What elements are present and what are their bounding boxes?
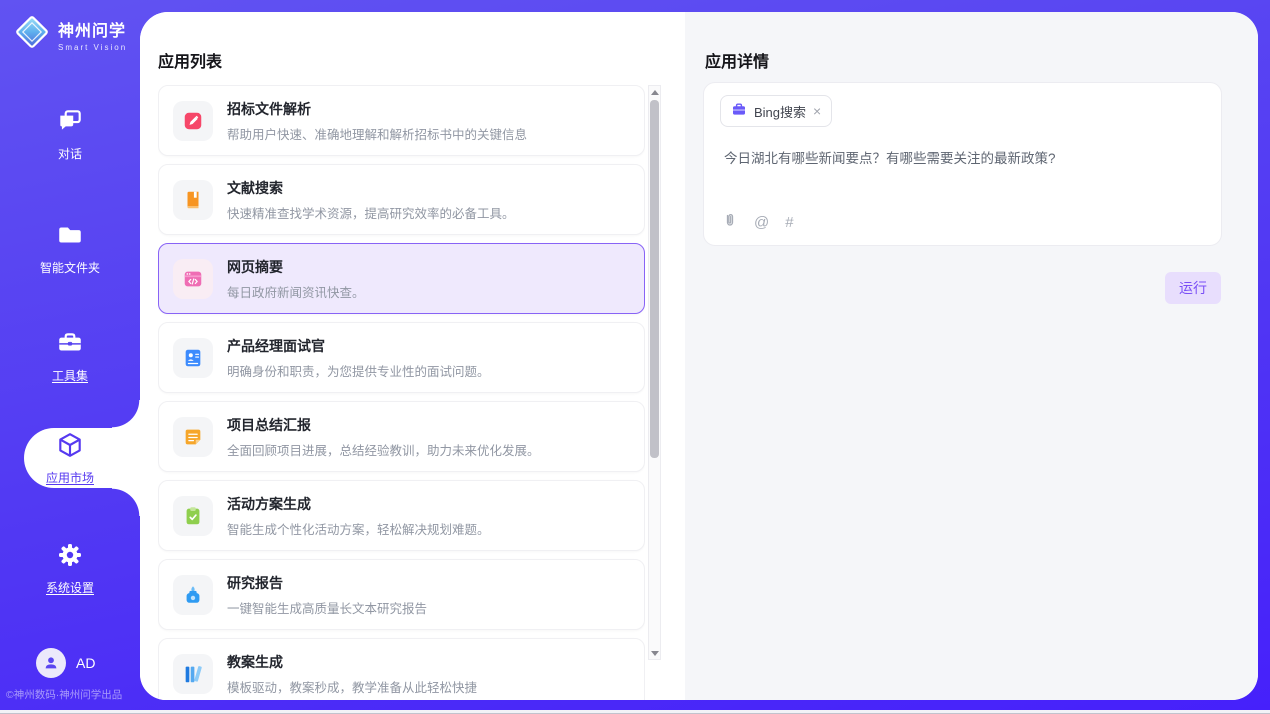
- gear-icon: [56, 541, 84, 574]
- list-item-pm-interviewer[interactable]: 产品经理面试官 明确身份和职责，为您提供专业性的面试问题。: [158, 322, 645, 393]
- app-desc: 每日政府新闻资讯快查。: [227, 282, 365, 301]
- toolbox-icon: [56, 329, 84, 362]
- app-list: 招标文件解析 帮助用户快速、准确地理解和解析招标书中的关键信息 文献搜索 快速精…: [158, 85, 645, 700]
- prompt-card: Bing搜索 × 今日湖北有哪些新闻要点？有哪些需要关注的最新政策? @ #: [703, 82, 1222, 246]
- main-content: 应用列表 招标文件解析 帮助用户快速、准确地理解和解析招标书中的关键信息: [140, 12, 1258, 700]
- briefcase-icon: [731, 101, 747, 122]
- pill-scoop-bottom: [112, 488, 140, 516]
- interview-icon: [173, 338, 213, 378]
- sidebar-item-label: 工具集: [52, 367, 88, 384]
- sidebar-item-app-market[interactable]: 应用市场: [0, 428, 140, 488]
- list-item-lesson-plan[interactable]: 教案生成 模板驱动，教案秒成，教学准备从此轻松快捷: [158, 638, 645, 700]
- user-avatar-icon: [36, 648, 66, 678]
- app-desc: 一键智能生成高质量长文本研究报告: [227, 598, 427, 617]
- list-item-literature-search[interactable]: 文献搜索 快速精准查找学术资源，提高研究效率的必备工具。: [158, 164, 645, 235]
- mention-icon[interactable]: @: [754, 214, 769, 231]
- book-icon: [173, 180, 213, 220]
- close-icon[interactable]: ×: [813, 104, 821, 118]
- scroll-up-button[interactable]: [649, 86, 660, 98]
- app-desc: 模板驱动，教案秒成，教学准备从此轻松快捷: [227, 677, 477, 696]
- arrow-up-icon: [651, 90, 659, 95]
- brand-logo: 神州问学 Smart Vision: [12, 12, 127, 57]
- list-item-research-report[interactable]: 研究报告 一键智能生成高质量长文本研究报告: [158, 559, 645, 630]
- sidebar-item-smart-folder[interactable]: 智能文件夹: [0, 218, 140, 278]
- tool-chip-label: Bing搜索: [754, 102, 806, 121]
- user-name: AD: [76, 655, 95, 671]
- list-item-event-plan[interactable]: 活动方案生成 智能生成个性化活动方案，轻松解决规划难题。: [158, 480, 645, 551]
- cube-icon: [56, 431, 84, 464]
- prompt-input[interactable]: 今日湖北有哪些新闻要点？有哪些需要关注的最新政策?: [724, 149, 1201, 169]
- app-desc: 明确身份和职责，为您提供专业性的面试问题。: [227, 361, 490, 380]
- page-title: 应用列表: [158, 48, 222, 72]
- list-scrollbar[interactable]: [648, 85, 661, 660]
- list-item-project-summary[interactable]: 项目总结汇报 全面回顾项目进展，总结经验教训，助力未来优化发展。: [158, 401, 645, 472]
- app-desc: 全面回顾项目进展，总结经验教训，助力未来优化发展。: [227, 440, 540, 459]
- arrow-down-icon: [651, 651, 659, 656]
- app-list-panel: 应用列表 招标文件解析 帮助用户快速、准确地理解和解析招标书中的关键信息: [140, 12, 685, 700]
- sidebar: 神州问学 Smart Vision 对话 智能文件夹: [0, 0, 140, 714]
- browser-icon: [173, 259, 213, 299]
- sidebar-item-label: 智能文件夹: [40, 259, 100, 276]
- sidebar-item-settings[interactable]: 系统设置: [0, 538, 140, 598]
- user-account[interactable]: AD: [36, 648, 95, 678]
- pill-scoop-top: [112, 400, 140, 428]
- diamond-logo-icon: [12, 12, 52, 57]
- app-title: 产品经理面试官: [227, 336, 490, 356]
- sidebar-item-label: 系统设置: [46, 579, 94, 596]
- ink-report-icon: [173, 575, 213, 615]
- app-title: 研究报告: [227, 573, 427, 593]
- scroll-down-button[interactable]: [649, 647, 660, 659]
- brand-name: 神州问学: [58, 17, 127, 41]
- prompt-toolbar: @ #: [722, 212, 794, 233]
- run-button[interactable]: 运行: [1165, 272, 1221, 304]
- sidebar-item-label: 对话: [58, 145, 82, 162]
- copyright-footer: ©神州数码·神州问学出品: [6, 687, 146, 702]
- chat-icon: [56, 107, 84, 140]
- detail-title: 应用详情: [705, 48, 769, 72]
- app-title: 网页摘要: [227, 257, 365, 277]
- app-title: 教案生成: [227, 652, 477, 672]
- app-title: 招标文件解析: [227, 99, 527, 119]
- app-desc: 帮助用户快速、准确地理解和解析招标书中的关键信息: [227, 124, 527, 143]
- app-title: 文献搜索: [227, 178, 515, 198]
- books-icon: [173, 654, 213, 694]
- scrollbar-thumb[interactable]: [650, 100, 659, 458]
- note-icon: [173, 417, 213, 457]
- list-item-bidding-analysis[interactable]: 招标文件解析 帮助用户快速、准确地理解和解析招标书中的关键信息: [158, 85, 645, 156]
- clipboard-check-icon: [173, 496, 213, 536]
- app-title: 活动方案生成: [227, 494, 490, 514]
- app-desc: 快速精准查找学术资源，提高研究效率的必备工具。: [227, 203, 515, 222]
- app-title: 项目总结汇报: [227, 415, 540, 435]
- attachment-icon[interactable]: [722, 212, 738, 233]
- sidebar-item-chat[interactable]: 对话: [0, 104, 140, 164]
- window-bottom-strip: [0, 710, 1270, 714]
- brand-subtitle: Smart Vision: [58, 43, 127, 52]
- list-item-web-summary[interactable]: 网页摘要 每日政府新闻资讯快查。: [158, 243, 645, 314]
- sidebar-item-label: 应用市场: [46, 469, 94, 486]
- sidebar-item-toolset[interactable]: 工具集: [0, 326, 140, 386]
- folder-icon: [56, 221, 84, 254]
- app-detail-panel: 应用详情 Bing搜索 × 今日湖北有哪些新闻要点？有哪些需要关注的最新政策?: [685, 12, 1258, 700]
- pen-square-icon: [173, 101, 213, 141]
- app-desc: 智能生成个性化活动方案，轻松解决规划难题。: [227, 519, 490, 538]
- tool-chip-bing-search[interactable]: Bing搜索 ×: [720, 95, 832, 127]
- hash-icon[interactable]: #: [785, 214, 793, 231]
